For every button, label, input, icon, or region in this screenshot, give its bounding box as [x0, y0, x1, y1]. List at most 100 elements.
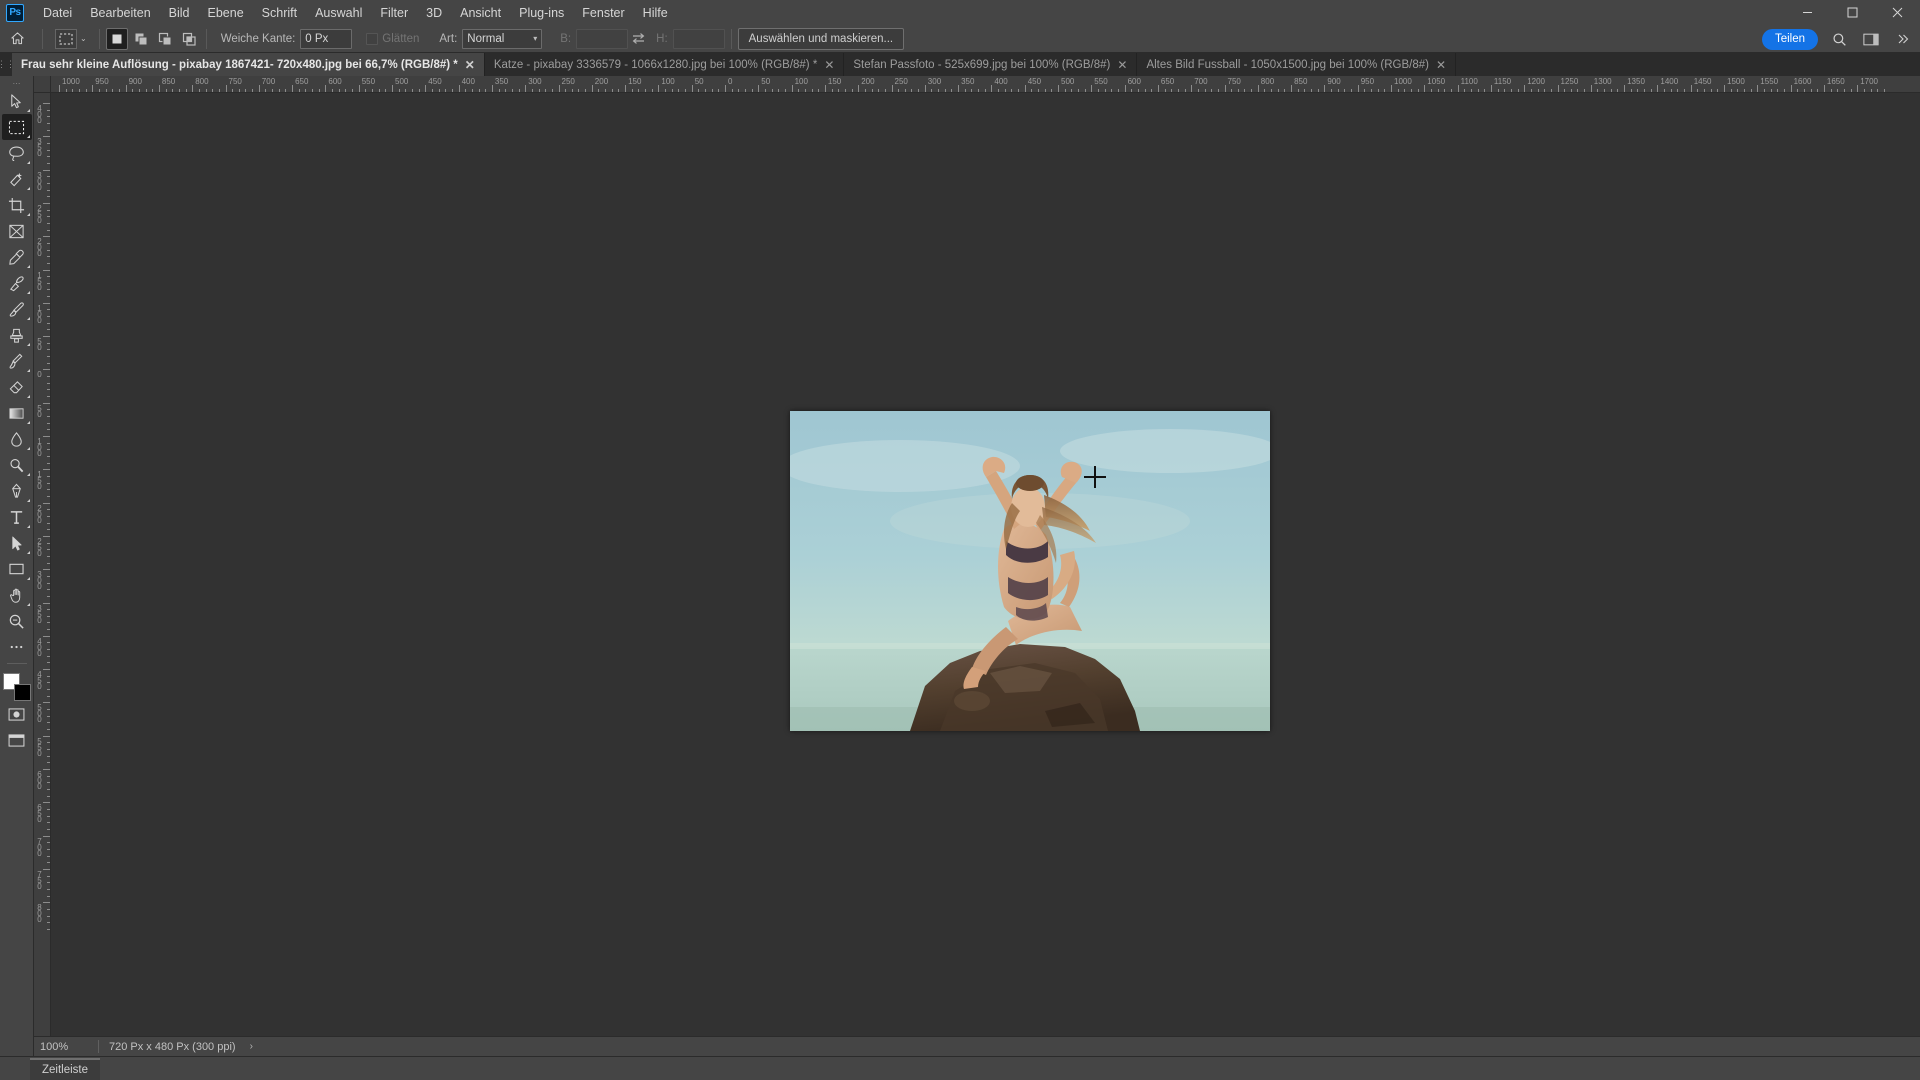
frame-tool[interactable]: [2, 218, 32, 244]
menu-ansicht[interactable]: Ansicht: [451, 2, 510, 24]
ruler-tick: [1058, 85, 1059, 92]
ruler-tick: [43, 369, 50, 371]
type-tool[interactable]: [2, 504, 32, 530]
document-tab-1[interactable]: Frau sehr kleine Auflösung - pixabay 186…: [12, 53, 485, 76]
feather-input[interactable]: [300, 28, 353, 49]
rectangle-tool[interactable]: [2, 556, 32, 582]
toolbar-grip[interactable]: ⋯: [13, 78, 21, 88]
tab-close-icon[interactable]: ✕: [824, 59, 834, 71]
width-input[interactable]: [576, 28, 629, 49]
ruler-label: 900: [128, 77, 142, 86]
gradient-tool[interactable]: [2, 400, 32, 426]
path-selection-tool[interactable]: [2, 530, 32, 556]
canvas-area[interactable]: [51, 93, 1920, 1036]
document-tab-3[interactable]: Stefan Passfoto - 525x699.jpg bei 100% (…: [844, 53, 1138, 76]
zoom-tool[interactable]: [2, 608, 32, 634]
history-brush-tool[interactable]: [2, 348, 32, 374]
color-swatches[interactable]: [2, 673, 31, 701]
minimize-icon: [1803, 12, 1812, 13]
chevron-double-right-icon[interactable]: [1892, 28, 1914, 50]
tool-group-corner: [26, 369, 30, 372]
ruler-tick: [458, 85, 460, 92]
ruler-corner[interactable]: [34, 76, 51, 93]
menu-bild[interactable]: Bild: [160, 2, 199, 24]
workspace-switcher-icon[interactable]: [1860, 28, 1882, 50]
pen-tool[interactable]: [2, 478, 32, 504]
select-and-mask-button[interactable]: Auswählen und maskieren...: [737, 27, 905, 50]
tab-close-icon[interactable]: ✕: [465, 59, 475, 71]
antialias-checkbox[interactable]: Glätten: [366, 32, 419, 45]
menu-bearbeiten[interactable]: Bearbeiten: [81, 2, 159, 24]
horizontal-ruler[interactable]: 1000 950 900 850 800 750 700 650 600 550 500 450 400…: [51, 76, 1920, 93]
intersect-with-selection-button[interactable]: [178, 28, 200, 50]
menu-datei[interactable]: Datei: [34, 2, 81, 24]
ruler-tick: [43, 569, 50, 571]
ruler-label: 350: [494, 77, 509, 86]
dodge-tool[interactable]: [2, 452, 32, 478]
ruler-label: 600: [1127, 77, 1141, 86]
document-window[interactable]: [790, 411, 1270, 731]
lasso-tool[interactable]: [2, 140, 32, 166]
tool-preset-picker[interactable]: ⌄: [49, 27, 93, 51]
ruler-label: 500: [395, 77, 409, 86]
brush-tool[interactable]: [2, 296, 32, 322]
swap-arrows-icon[interactable]: [628, 29, 648, 49]
menu-filter[interactable]: Filter: [371, 2, 417, 24]
ruler-tick: [43, 169, 50, 171]
status-expand-icon[interactable]: ›: [250, 1041, 253, 1052]
home-button[interactable]: [4, 26, 30, 52]
screen-mode-button[interactable]: [2, 727, 32, 753]
close-button[interactable]: [1875, 0, 1920, 25]
rectangular-marquee-tool[interactable]: [1, 114, 32, 140]
ruler-tick: [625, 85, 627, 92]
document-tab-4[interactable]: Altes Bild Fussball - 1050x1500.jpg bei …: [1137, 53, 1457, 76]
ruler-label: 350: [961, 77, 975, 86]
crop-tool[interactable]: [2, 192, 32, 218]
quick-selection-tool[interactable]: [2, 166, 32, 192]
menu-fenster[interactable]: Fenster: [573, 2, 633, 24]
ruler-label: 0: [37, 370, 42, 380]
vertical-ruler[interactable]: 4003503002502001501005005010015020025030…: [34, 93, 51, 1036]
spot-healing-brush-tool[interactable]: [2, 270, 32, 296]
ruler-tick: [43, 236, 50, 238]
ruler-label: 450: [1027, 77, 1042, 86]
tab-close-icon[interactable]: ✕: [1436, 59, 1446, 71]
quick-mask-button[interactable]: [2, 701, 32, 727]
menu-schrift[interactable]: Schrift: [253, 2, 306, 24]
ruler-tick: [491, 85, 493, 92]
ruler-label: 350: [37, 137, 42, 159]
document-tab-2[interactable]: Katze - pixabay 3336579 - 1066x1280.jpg …: [484, 53, 845, 76]
style-select[interactable]: Normal ▾: [462, 28, 543, 49]
hand-tool[interactable]: [2, 582, 32, 608]
maximize-button[interactable]: [1830, 0, 1875, 25]
menu-3d[interactable]: 3D: [417, 2, 451, 24]
menu-ebene[interactable]: Ebene: [199, 2, 253, 24]
eraser-tool[interactable]: [2, 374, 32, 400]
ruler-tick: [1091, 85, 1093, 92]
height-input[interactable]: [672, 28, 725, 49]
edit-toolbar-button[interactable]: [2, 634, 32, 660]
zoom-level[interactable]: 100%: [40, 1041, 98, 1053]
clone-stamp-tool[interactable]: [2, 322, 32, 348]
share-button[interactable]: Teilen: [1761, 28, 1818, 50]
ruler-tick: [425, 85, 427, 92]
menu-hilfe[interactable]: Hilfe: [634, 2, 677, 24]
subtract-from-selection-button[interactable]: [154, 28, 176, 50]
tab-close-icon[interactable]: ✕: [1117, 59, 1127, 71]
blur-tool[interactable]: [2, 426, 32, 452]
move-tool[interactable]: [2, 88, 32, 114]
eyedropper-tool[interactable]: [2, 244, 32, 270]
tab-zeitleiste[interactable]: Zeitleiste: [30, 1058, 101, 1080]
minimize-button[interactable]: [1785, 0, 1830, 25]
add-to-selection-button[interactable]: [130, 28, 152, 50]
tab-label: Altes Bild Fussball - 1050x1500.jpg bei …: [1146, 58, 1429, 71]
menu-auswahl[interactable]: Auswahl: [306, 2, 371, 24]
ruler-tick: [791, 85, 793, 92]
background-color-swatch[interactable]: [13, 684, 31, 701]
menu-plugins[interactable]: Plug-ins: [510, 2, 573, 24]
new-selection-button[interactable]: [105, 27, 128, 50]
ruler-label: 600: [328, 77, 342, 86]
search-icon[interactable]: [1828, 28, 1850, 50]
ruler-tick: [1823, 85, 1825, 92]
close-icon: [1892, 7, 1903, 18]
